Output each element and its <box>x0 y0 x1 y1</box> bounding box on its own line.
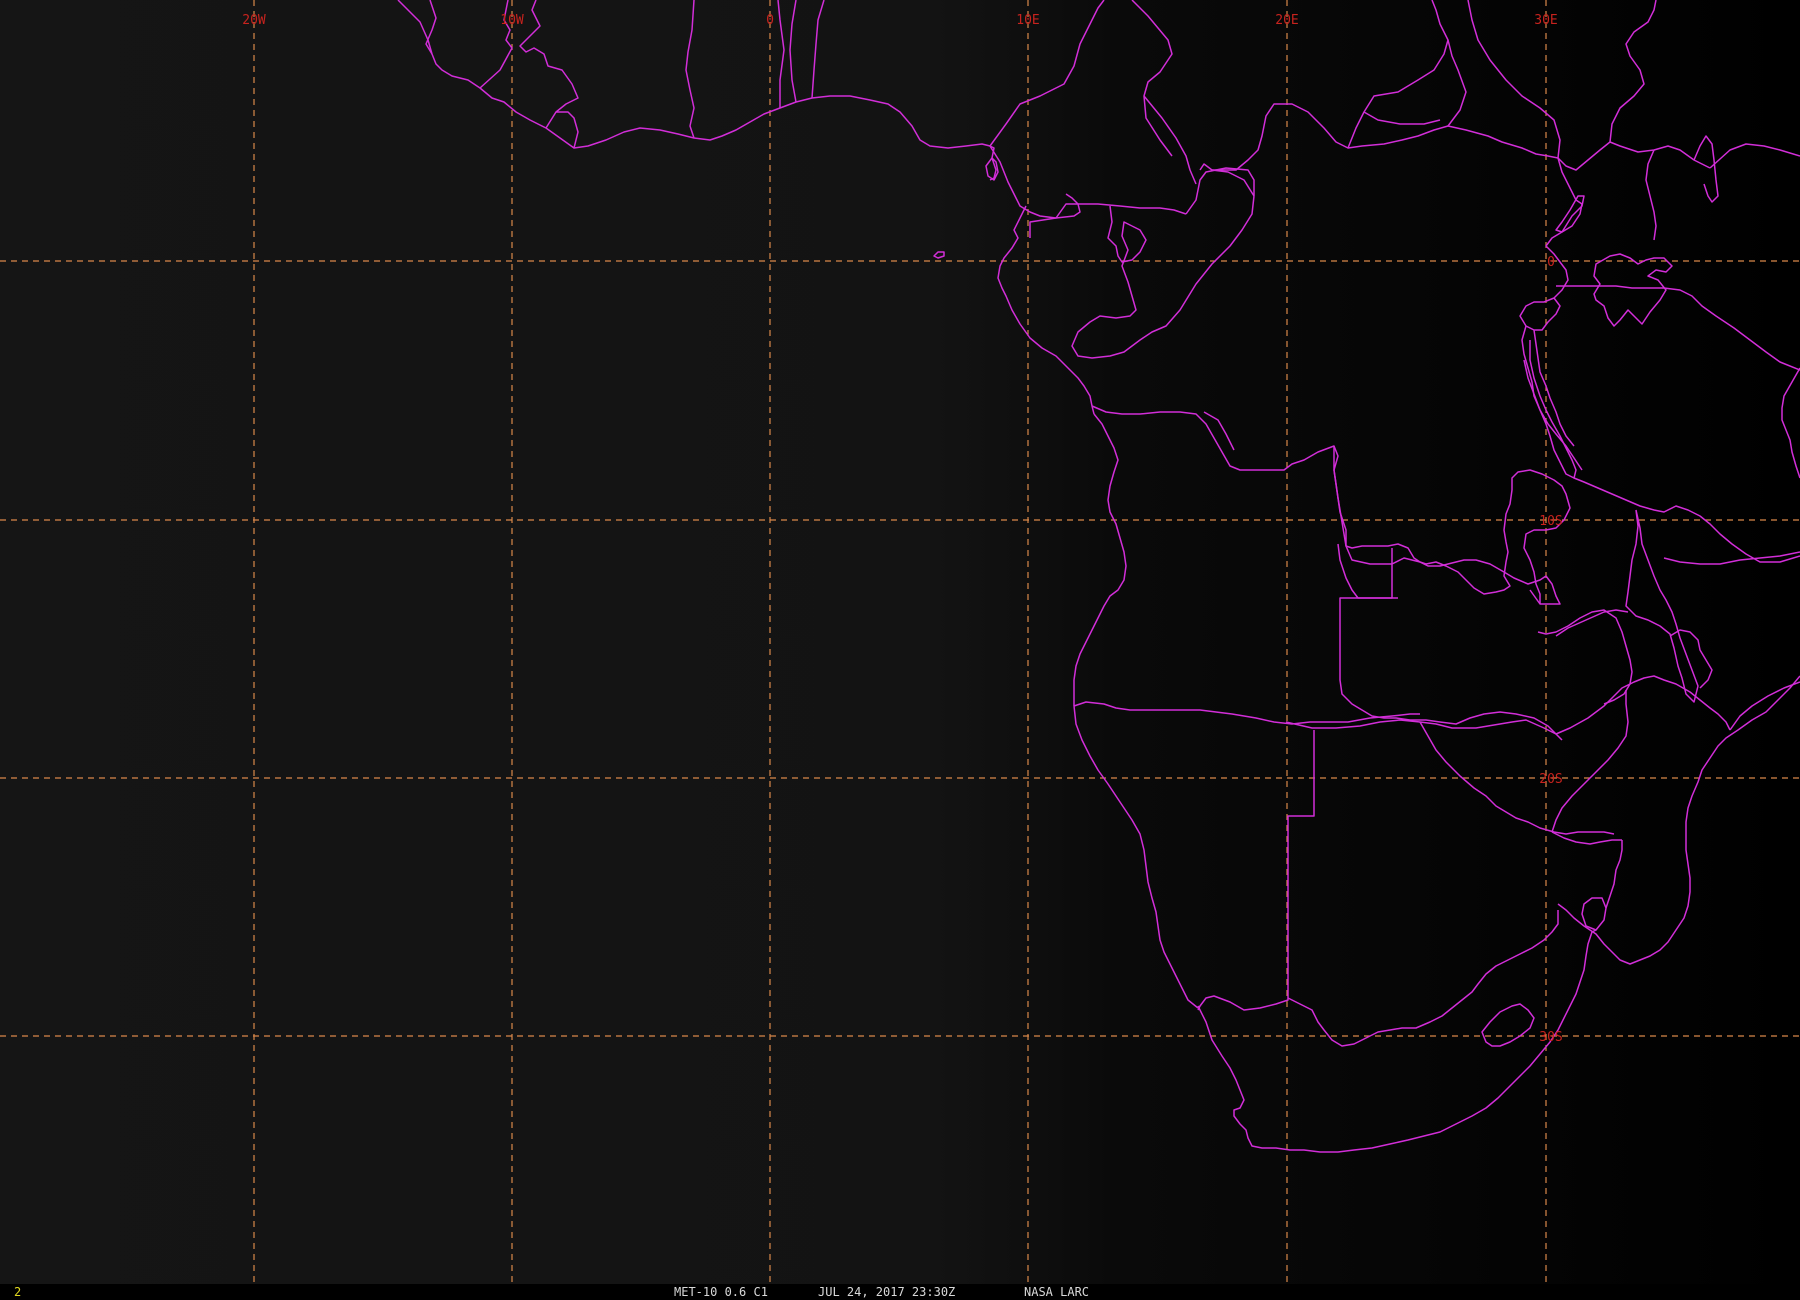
frame-number: 2 <box>14 1285 22 1299</box>
longitude-label-10e: 10E <box>1016 13 1039 28</box>
latitude-label-10s: 10S <box>1539 514 1562 529</box>
latitude-label-0: 0 <box>1547 255 1555 270</box>
longitude-label-20w: 20W <box>242 13 266 28</box>
latitude-label-20s: 20S <box>1539 772 1562 787</box>
longitude-label-20e: 20E <box>1275 13 1298 28</box>
satellite-image-frame: 20W 10W 0 10E 20E 30E 0 10S 20S 30S 2 MET-10 0.6 … <box>0 0 1800 1300</box>
sensor-label: MET-10 0.6 C1 <box>674 1285 768 1299</box>
longitude-label-30e: 30E <box>1534 13 1557 28</box>
map-canvas: 20W 10W 0 10E 20E 30E 0 10S 20S 30S <box>0 0 1800 1284</box>
longitude-label-10w: 10W <box>500 13 524 28</box>
image-background <box>0 0 1800 1284</box>
datetime-label: JUL 24, 2017 23:30Z <box>818 1285 956 1299</box>
longitude-label-0: 0 <box>766 13 774 28</box>
latitude-label-30s: 30S <box>1539 1030 1562 1045</box>
producer-label: NASA LARC <box>1024 1285 1090 1299</box>
